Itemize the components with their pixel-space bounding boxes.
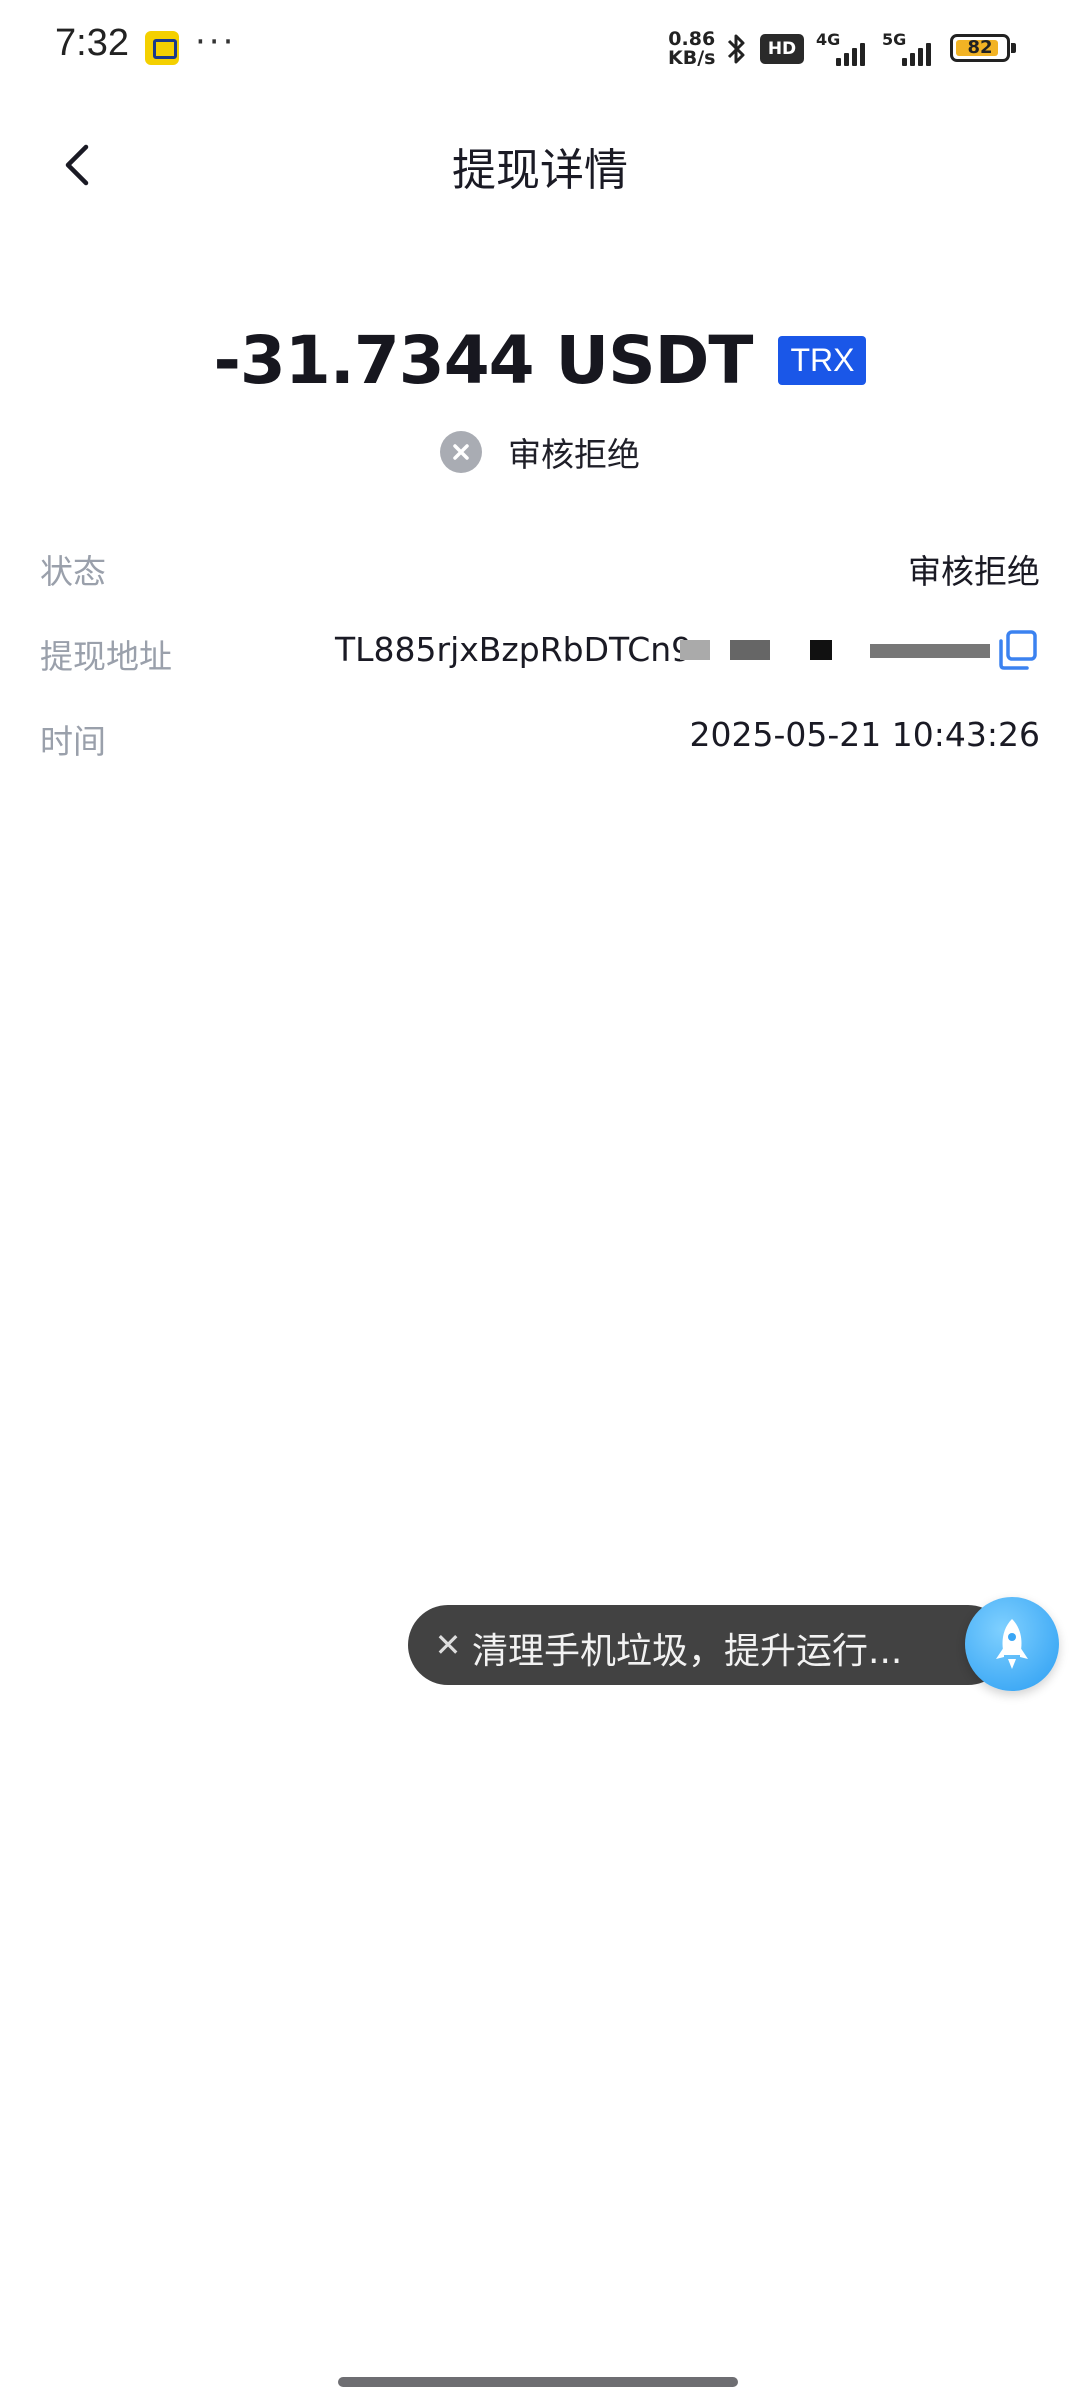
hd-voice-badge: HD — [760, 34, 804, 64]
time-value: 2025-05-21 10:43:26 — [689, 715, 1040, 754]
boost-button[interactable] — [965, 1597, 1059, 1691]
page-title: 提现详情 — [452, 145, 628, 196]
close-circle-icon — [440, 431, 482, 473]
toast-text: 清理手机垃圾，提升运行... — [472, 1631, 903, 1672]
battery-level: 82 — [967, 37, 993, 58]
network-badge: TRX — [778, 336, 867, 385]
address-label: 提现地址 — [40, 637, 172, 676]
address-value[interactable]: TL885rjxBzpRbDTCn9 — [335, 630, 692, 669]
status-time: 7:32 — [55, 22, 129, 64]
network-speed-unit: KB/s — [668, 47, 716, 69]
detail-row-address: 提现地址 TL885rjxBzpRbDTCn9 — [40, 620, 1040, 680]
rocket-icon — [996, 1619, 1028, 1669]
status-label: 状态 — [40, 552, 106, 591]
redaction-mark — [680, 640, 710, 660]
close-icon[interactable]: ✕ — [426, 1623, 470, 1667]
network-speed: 0.86 KB/s — [668, 30, 715, 68]
home-indicator[interactable] — [338, 2377, 738, 2387]
time-label: 时间 — [40, 722, 106, 761]
status-value: 审核拒绝 — [908, 552, 1040, 591]
cleanup-toast[interactable]: ✕ 清理手机垃圾，提升运行... — [408, 1605, 1008, 1685]
signal-icon-secondary: 5G — [882, 30, 940, 66]
withdraw-amount: -31.7344 USDT — [213, 322, 754, 399]
bluetooth-icon — [727, 34, 745, 64]
redaction-mark — [870, 644, 990, 658]
detail-row-status: 状态 审核拒绝 — [40, 535, 1040, 595]
status-summary-text: 审核拒绝 — [508, 435, 640, 474]
copy-icon[interactable] — [996, 628, 1040, 672]
redaction-mark — [730, 640, 770, 660]
battery-icon: 82 — [950, 34, 1016, 62]
more-notifications-indicator: ··· — [195, 22, 237, 62]
signal-icon: 4G — [816, 30, 874, 66]
detail-row-time: 时间 2025-05-21 10:43:26 — [40, 705, 1040, 765]
status-summary: 审核拒绝 — [0, 428, 1080, 476]
amount-summary: -31.7344 USDT TRX — [0, 322, 1080, 399]
status-bar: 7:32 ··· 0.86 KB/s HD 4G 5G 82 — [0, 0, 1080, 100]
redaction-mark — [810, 640, 832, 660]
app-notification-icon — [145, 31, 179, 65]
